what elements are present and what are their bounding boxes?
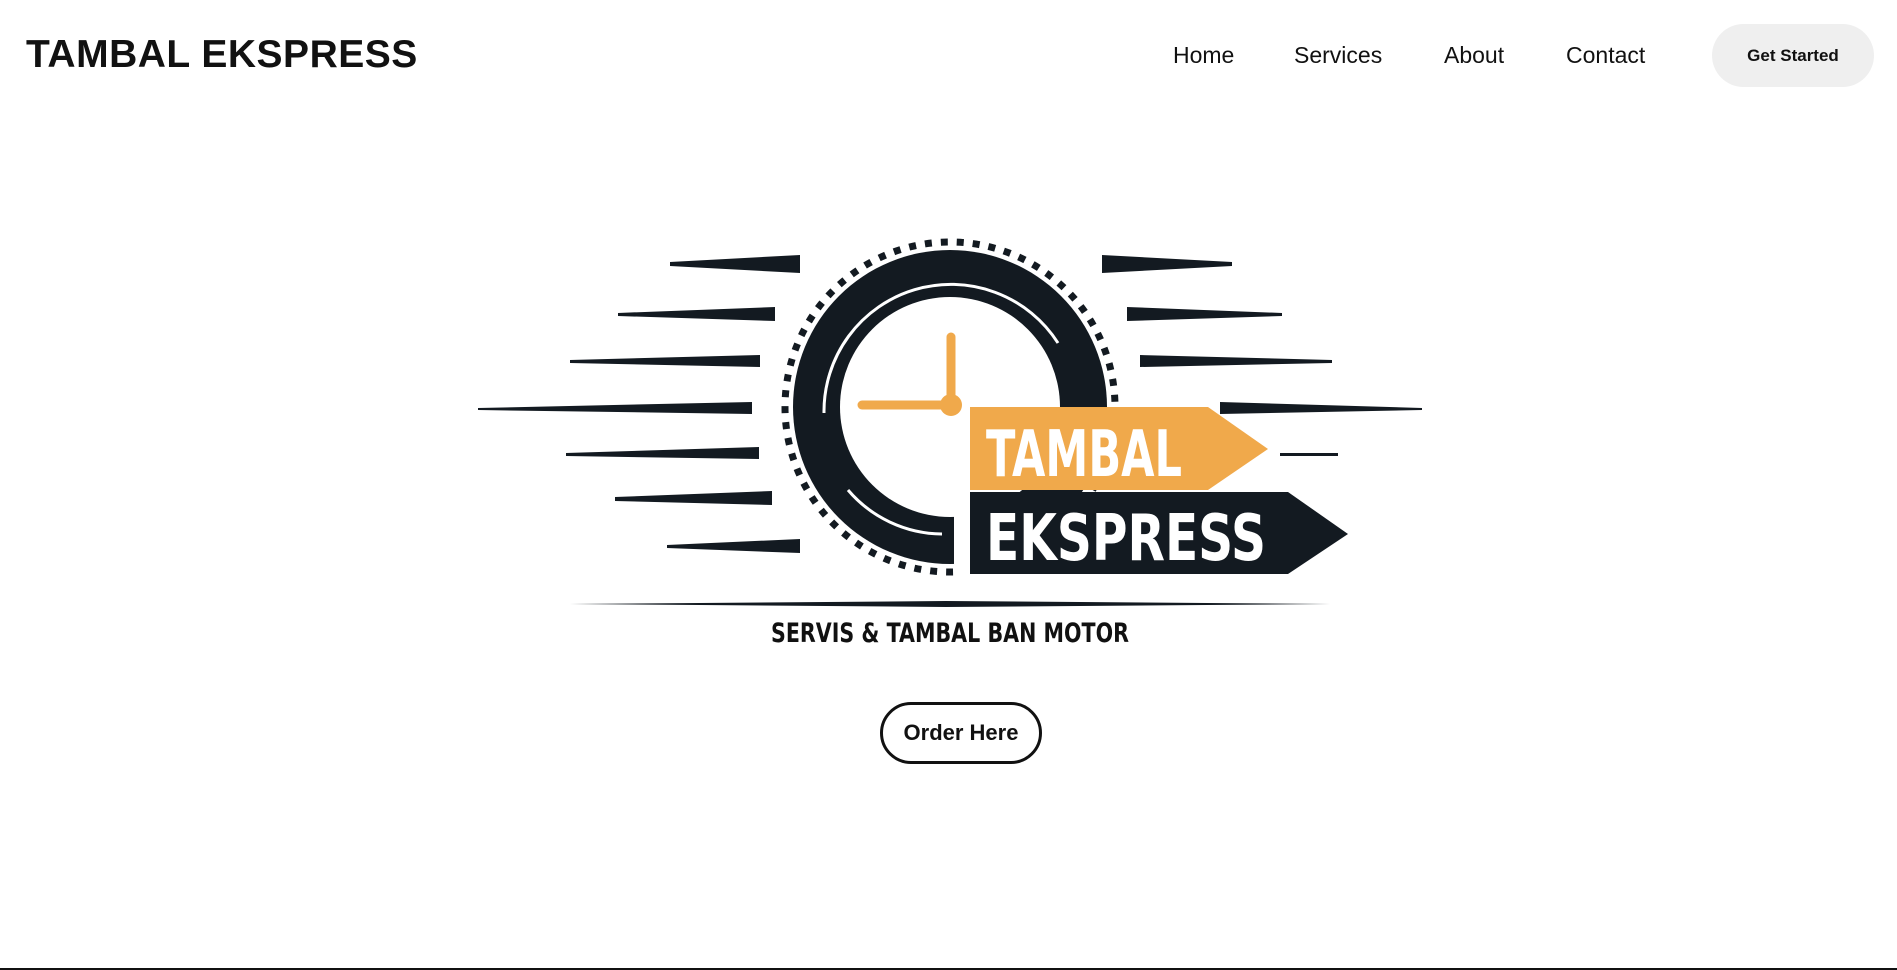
logo-word-top: TAMBAL (986, 418, 1182, 492)
get-started-button[interactable]: Get Started (1712, 24, 1874, 87)
nav-home[interactable]: Home (1173, 38, 1234, 72)
page: TAMBAL EKSPRESS Home Services About Cont… (0, 0, 1897, 970)
order-here-button[interactable]: Order Here (880, 702, 1042, 764)
nav-services[interactable]: Services (1294, 38, 1382, 72)
hero-logo: TAMBAL EKSPRESS SERVIS & TAMBAL BAN MOTO… (470, 235, 1430, 655)
brand-logo-text[interactable]: TAMBAL EKSPRESS (26, 31, 418, 79)
logo-word-bottom: EKSPRESS (986, 502, 1266, 576)
site-header: TAMBAL EKSPRESS Home Services About Cont… (0, 0, 1897, 110)
nav-contact[interactable]: Contact (1566, 38, 1645, 72)
logo-graphic: TAMBAL EKSPRESS SERVIS & TAMBAL BAN MOTO… (478, 238, 1422, 649)
nav-about[interactable]: About (1444, 38, 1504, 72)
logo-tagline: SERVIS & TAMBAL BAN MOTOR (771, 618, 1129, 649)
